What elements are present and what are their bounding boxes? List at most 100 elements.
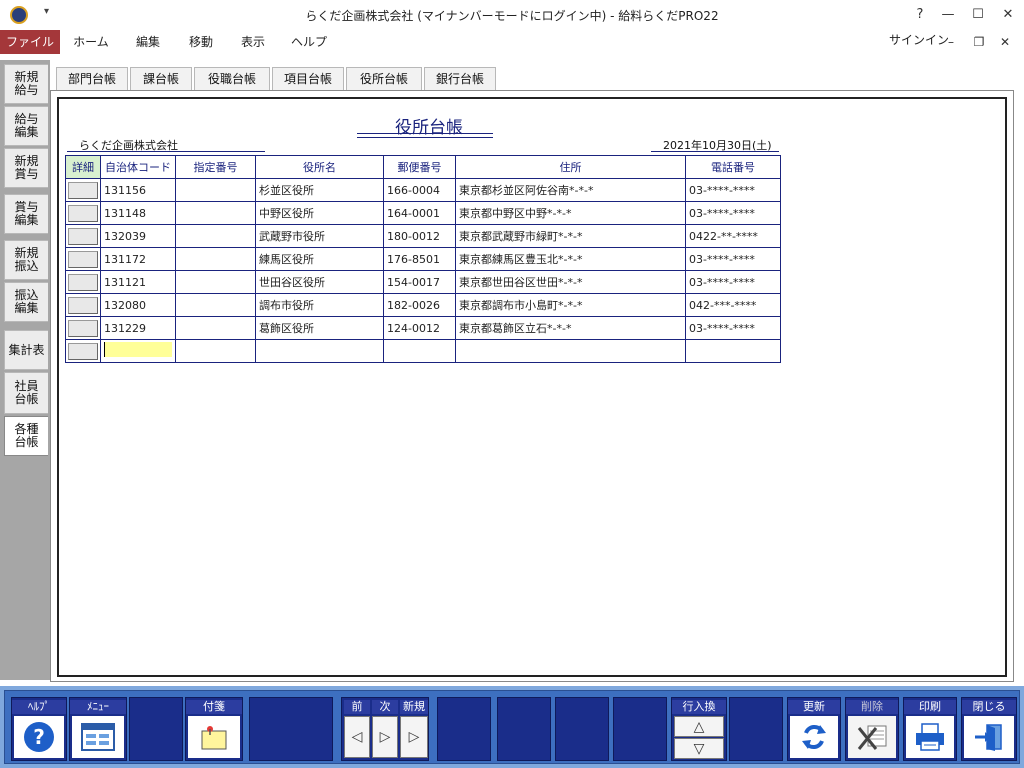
row-down-button[interactable]: ▽ bbox=[674, 738, 724, 759]
cell-address[interactable]: 東京都武蔵野市緑町*-*-* bbox=[455, 224, 686, 248]
doc-close-button[interactable]: ✕ bbox=[994, 32, 1016, 52]
cell-office[interactable] bbox=[255, 339, 384, 363]
tab-new-salary[interactable]: 新規給与 bbox=[4, 64, 48, 104]
prev-button[interactable]: ◁ bbox=[344, 716, 370, 758]
menu-file[interactable]: ファイル bbox=[0, 30, 60, 54]
cell-designation[interactable] bbox=[175, 247, 256, 271]
cell-designation[interactable] bbox=[175, 339, 256, 363]
cell-address[interactable]: 東京都練馬区豊玉北*-*-* bbox=[455, 247, 686, 271]
cell-phone[interactable]: 03-****-**** bbox=[685, 178, 781, 202]
cell-code[interactable]: 131121 bbox=[100, 270, 176, 294]
cell-address[interactable]: 東京都世田谷区世田*-*-* bbox=[455, 270, 686, 294]
cell-office[interactable]: 武蔵野市役所 bbox=[255, 224, 384, 248]
menu-view[interactable]: 表示 bbox=[230, 30, 276, 54]
minimize-button[interactable]: — bbox=[936, 4, 960, 26]
tab-employee-ledger[interactable]: 社員台帳 bbox=[4, 372, 48, 414]
cell-phone[interactable]: 03-****-**** bbox=[685, 316, 781, 340]
refresh-button[interactable]: 更新 bbox=[787, 697, 841, 761]
menu-edit[interactable]: 編集 bbox=[124, 30, 172, 54]
cell-phone[interactable]: 042-***-**** bbox=[685, 293, 781, 317]
help-button[interactable]: ﾍﾙﾌﾟ ? bbox=[11, 697, 67, 761]
next-button[interactable]: ▷ bbox=[372, 716, 398, 758]
row-up-button[interactable]: △ bbox=[674, 716, 724, 737]
detail-button[interactable] bbox=[68, 273, 98, 291]
cell-code[interactable]: 131156 bbox=[100, 178, 176, 202]
doc-restore-button[interactable]: ❐ bbox=[968, 32, 990, 52]
cell-office[interactable]: 葛飾区役所 bbox=[255, 316, 384, 340]
cell-designation[interactable] bbox=[175, 224, 256, 248]
tab-edit-bonus[interactable]: 賞与編集 bbox=[4, 194, 48, 234]
cell-code[interactable]: 131148 bbox=[100, 201, 176, 225]
cell-code[interactable]: 131172 bbox=[100, 247, 176, 271]
maximize-button[interactable]: ☐ bbox=[966, 4, 990, 26]
cell-office[interactable]: 練馬区役所 bbox=[255, 247, 384, 271]
sticky-note-button[interactable]: 付箋 bbox=[185, 697, 243, 761]
detail-button[interactable] bbox=[68, 204, 98, 222]
cell-postal[interactable]: 180-0012 bbox=[383, 224, 456, 248]
cell-phone[interactable] bbox=[685, 339, 781, 363]
cell-address[interactable] bbox=[455, 339, 686, 363]
cell-designation[interactable] bbox=[175, 178, 256, 202]
cell-postal[interactable]: 164-0001 bbox=[383, 201, 456, 225]
detail-button[interactable] bbox=[68, 319, 98, 337]
cell-designation[interactable] bbox=[175, 201, 256, 225]
tab-item-ledger[interactable]: 項目台帳 bbox=[272, 67, 344, 91]
detail-button[interactable] bbox=[68, 181, 98, 199]
cell-address[interactable]: 東京都葛飾区立石*-*-* bbox=[455, 316, 686, 340]
cell-address[interactable]: 東京都中野区中野*-*-* bbox=[455, 201, 686, 225]
cell-code-input[interactable] bbox=[100, 339, 176, 363]
menu-move[interactable]: 移動 bbox=[178, 30, 224, 54]
cell-office[interactable]: 世田谷区役所 bbox=[255, 270, 384, 294]
cell-phone[interactable]: 03-****-**** bbox=[685, 201, 781, 225]
tab-summary[interactable]: 集計表 bbox=[4, 330, 48, 370]
tab-edit-transfer[interactable]: 振込編集 bbox=[4, 282, 48, 322]
menu-home[interactable]: ホーム bbox=[66, 30, 116, 54]
cell-postal[interactable]: 182-0026 bbox=[383, 293, 456, 317]
close-button[interactable]: ✕ bbox=[996, 4, 1020, 26]
detail-button[interactable] bbox=[68, 296, 98, 314]
tab-department-ledger[interactable]: 部門台帳 bbox=[56, 67, 128, 91]
close-window-button[interactable]: 閉じる bbox=[961, 697, 1017, 761]
cell-office[interactable]: 中野区役所 bbox=[255, 201, 384, 225]
menu-help[interactable]: ヘルプ bbox=[284, 30, 334, 54]
cell-code[interactable]: 132080 bbox=[100, 293, 176, 317]
menu-button[interactable]: ﾒﾆｭｰ bbox=[69, 697, 127, 761]
detail-button[interactable] bbox=[68, 342, 98, 360]
doc-minimize-button[interactable]: – bbox=[940, 32, 962, 52]
cell-code[interactable]: 131229 bbox=[100, 316, 176, 340]
code-input-field[interactable] bbox=[104, 342, 172, 357]
cell-office[interactable]: 調布市役所 bbox=[255, 293, 384, 317]
tab-edit-salary[interactable]: 給与編集 bbox=[4, 106, 48, 146]
print-button[interactable]: 印刷 bbox=[903, 697, 957, 761]
tab-position-ledger[interactable]: 役職台帳 bbox=[194, 67, 270, 91]
cell-phone[interactable]: 03-****-**** bbox=[685, 270, 781, 294]
cell-postal[interactable]: 124-0012 bbox=[383, 316, 456, 340]
tab-bank-ledger[interactable]: 銀行台帳 bbox=[424, 67, 496, 91]
cell-designation[interactable] bbox=[175, 316, 256, 340]
tab-new-transfer[interactable]: 新規振込 bbox=[4, 240, 48, 280]
cell-postal[interactable]: 154-0017 bbox=[383, 270, 456, 294]
delete-button[interactable]: 削除 bbox=[845, 697, 899, 761]
tab-new-bonus[interactable]: 新規賞与 bbox=[4, 148, 48, 188]
detail-button[interactable] bbox=[68, 250, 98, 268]
cell-office[interactable]: 杉並区役所 bbox=[255, 178, 384, 202]
cell-designation[interactable] bbox=[175, 293, 256, 317]
new-record-button[interactable]: ▷ bbox=[400, 716, 428, 758]
cell-address[interactable]: 東京都調布市小島町*-*-* bbox=[455, 293, 686, 317]
table-body: 131156 杉並区役所 166-0004 東京都杉並区阿佐谷南*-*-* 03… bbox=[65, 178, 781, 363]
cell-postal[interactable]: 176-8501 bbox=[383, 247, 456, 271]
detail-button[interactable] bbox=[68, 227, 98, 245]
cell-code[interactable]: 132039 bbox=[100, 224, 176, 248]
cell-postal[interactable] bbox=[383, 339, 456, 363]
cell-address[interactable]: 東京都杉並区阿佐谷南*-*-* bbox=[455, 178, 686, 202]
table-row: 131172 練馬区役所 176-8501 東京都練馬区豊玉北*-*-* 03-… bbox=[65, 247, 781, 271]
cell-phone[interactable]: 0422-**-**** bbox=[685, 224, 781, 248]
cell-postal[interactable]: 166-0004 bbox=[383, 178, 456, 202]
cell-phone[interactable]: 03-****-**** bbox=[685, 247, 781, 271]
help-icon[interactable]: ? bbox=[908, 4, 932, 26]
tab-office-ledger[interactable]: 役所台帳 bbox=[346, 67, 422, 91]
tab-label: 賞与編集 bbox=[14, 200, 39, 227]
tab-section-ledger[interactable]: 課台帳 bbox=[130, 67, 192, 91]
tab-various-ledgers[interactable]: 各種台帳 bbox=[4, 416, 48, 456]
cell-designation[interactable] bbox=[175, 270, 256, 294]
